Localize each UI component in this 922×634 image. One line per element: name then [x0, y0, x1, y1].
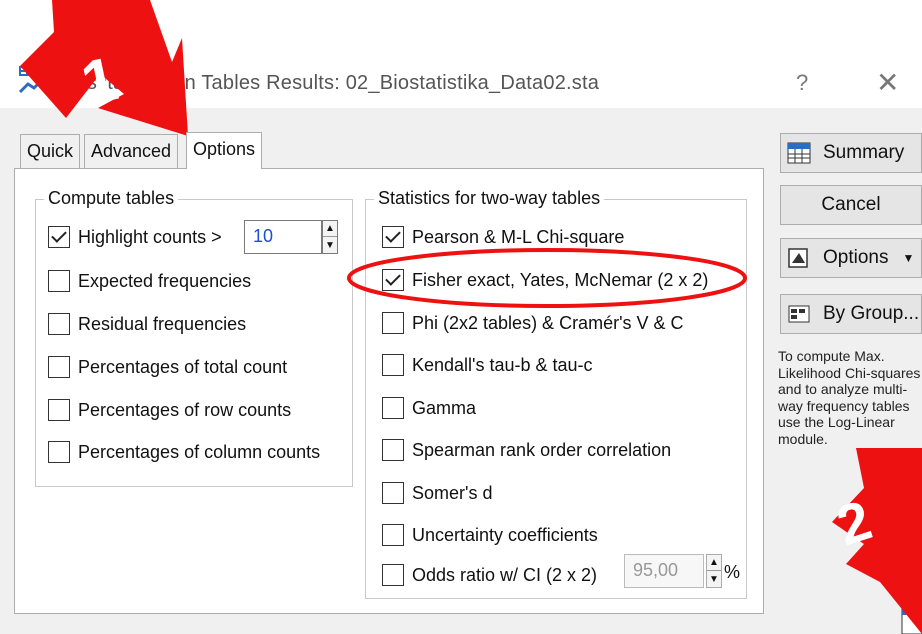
by-group-icon [788, 305, 810, 323]
highlight-threshold-spinner[interactable]: ▲ ▼ [322, 220, 338, 254]
checkbox-box[interactable] [382, 524, 404, 546]
checkbox-label: Percentages of total count [78, 356, 288, 377]
two-way-stats-group: Statistics for two-way tables Pearson & … [365, 188, 747, 599]
checkbox-box[interactable] [48, 399, 70, 421]
checkbox-box[interactable] [382, 269, 404, 291]
options-icon [788, 248, 808, 268]
window-title: Crosstabulation Tables Results: 02_Biost… [54, 72, 600, 94]
checkbox-box[interactable] [48, 313, 70, 335]
checkbox-label: Kendall's tau-b & tau-c [412, 354, 593, 375]
summary-table-icon [787, 142, 811, 164]
spin-down-icon[interactable]: ▼ [707, 571, 721, 587]
residual-frequencies-checkbox[interactable]: Residual frequencies [48, 313, 246, 335]
checkbox-box[interactable] [382, 312, 404, 334]
checkbox-label: Spearman rank order correlation [412, 439, 672, 460]
highlight-counts-box[interactable] [48, 226, 70, 248]
options-label: Options [823, 247, 889, 268]
log-linear-hint: To compute Max. Likelihood Chi-squares a… [778, 348, 921, 447]
highlight-counts-label: Highlight counts > [78, 226, 222, 247]
checkbox-box[interactable] [382, 482, 404, 504]
checkbox-box[interactable] [382, 226, 404, 248]
percentages-total-checkbox[interactable]: Percentages of total count [48, 356, 287, 378]
chevron-down-icon: ▼ [902, 251, 915, 265]
gamma-checkbox[interactable]: Gamma [382, 397, 476, 419]
help-button[interactable]: ? [796, 70, 808, 96]
somers-d-checkbox[interactable]: Somer's d [382, 482, 492, 504]
checkbox-label: Percentages of row counts [78, 399, 292, 420]
checkbox-box[interactable] [48, 356, 70, 378]
tab-options[interactable]: Options [186, 132, 263, 169]
checkbox-box[interactable] [48, 441, 70, 463]
confidence-level-spinner[interactable]: ▲ ▼ [706, 554, 722, 588]
spin-down-icon[interactable]: ▼ [323, 237, 337, 253]
partial-table-icon [901, 608, 922, 634]
compute-tables-group: Compute tables Highlight counts > 10 ▲ ▼… [35, 188, 353, 487]
by-group-button[interactable]: By Group... [780, 294, 922, 334]
app-icon [18, 66, 48, 94]
uncertainty-checkbox[interactable]: Uncertainty coefficients [382, 524, 598, 546]
tab-advanced[interactable]: Advanced [84, 134, 179, 168]
checkbox-label: Phi (2x2 tables) & Cramér's V & C [412, 312, 684, 333]
checkbox-label: Expected frequencies [78, 270, 252, 291]
checkbox-label: Odds ratio w/ CI (2 x 2) [412, 564, 598, 585]
spearman-checkbox[interactable]: Spearman rank order correlation [382, 439, 671, 461]
options-dropdown-button[interactable]: Options ▼ [780, 238, 922, 278]
compute-tables-title: Compute tables [44, 188, 179, 209]
checkbox-box[interactable] [382, 397, 404, 419]
expected-frequencies-checkbox[interactable]: Expected frequencies [48, 270, 251, 292]
checkbox-label: Percentages of column counts [78, 441, 321, 462]
checkbox-label: Fisher exact, Yates, McNemar (2 x 2) [412, 269, 709, 290]
two-way-stats-title: Statistics for two-way tables [374, 188, 605, 209]
summary-button[interactable]: Summary [780, 133, 922, 173]
by-group-label: By Group... [823, 303, 920, 324]
checkbox-label: Pearson & M-L Chi-square [412, 226, 625, 247]
close-button[interactable]: ✕ [876, 66, 899, 99]
pearson-chi-square-checkbox[interactable]: Pearson & M-L Chi-square [382, 226, 624, 248]
kendall-tau-checkbox[interactable]: Kendall's tau-b & tau-c [382, 354, 593, 376]
odds-ratio-checkbox[interactable]: Odds ratio w/ CI (2 x 2) [382, 564, 597, 586]
checkbox-label: Somer's d [412, 482, 493, 503]
checkbox-label: Gamma [412, 397, 477, 418]
phi-cramers-checkbox[interactable]: Phi (2x2 tables) & Cramér's V & C [382, 312, 684, 334]
summary-label: Summary [823, 142, 905, 163]
checkbox-box[interactable] [382, 564, 404, 586]
percent-unit: % [724, 562, 741, 582]
checkbox-box[interactable] [382, 439, 404, 461]
checkbox-box[interactable] [382, 354, 404, 376]
cancel-button[interactable]: Cancel [780, 185, 922, 225]
window-titlebar: Crosstabulation Tables Results: 02_Biost… [0, 0, 922, 108]
options-panel: Compute tables Highlight counts > 10 ▲ ▼… [14, 168, 764, 614]
fisher-exact-checkbox[interactable]: Fisher exact, Yates, McNemar (2 x 2) [382, 269, 708, 291]
checkbox-box[interactable] [48, 270, 70, 292]
checkbox-label: Uncertainty coefficients [412, 524, 598, 545]
confidence-level-input[interactable]: 95,00 [624, 554, 704, 588]
percentages-row-checkbox[interactable]: Percentages of row counts [48, 399, 291, 421]
spin-up-icon[interactable]: ▲ [707, 555, 721, 571]
arrow-2-label: 2 [829, 488, 878, 558]
highlight-threshold-input[interactable]: 10 [244, 220, 322, 254]
tab-quick[interactable]: Quick [20, 134, 81, 168]
percentages-column-checkbox[interactable]: Percentages of column counts [48, 441, 320, 463]
highlight-counts-checkbox[interactable]: Highlight counts > [48, 226, 222, 248]
spin-up-icon[interactable]: ▲ [323, 221, 337, 237]
checkbox-label: Residual frequencies [78, 313, 247, 334]
